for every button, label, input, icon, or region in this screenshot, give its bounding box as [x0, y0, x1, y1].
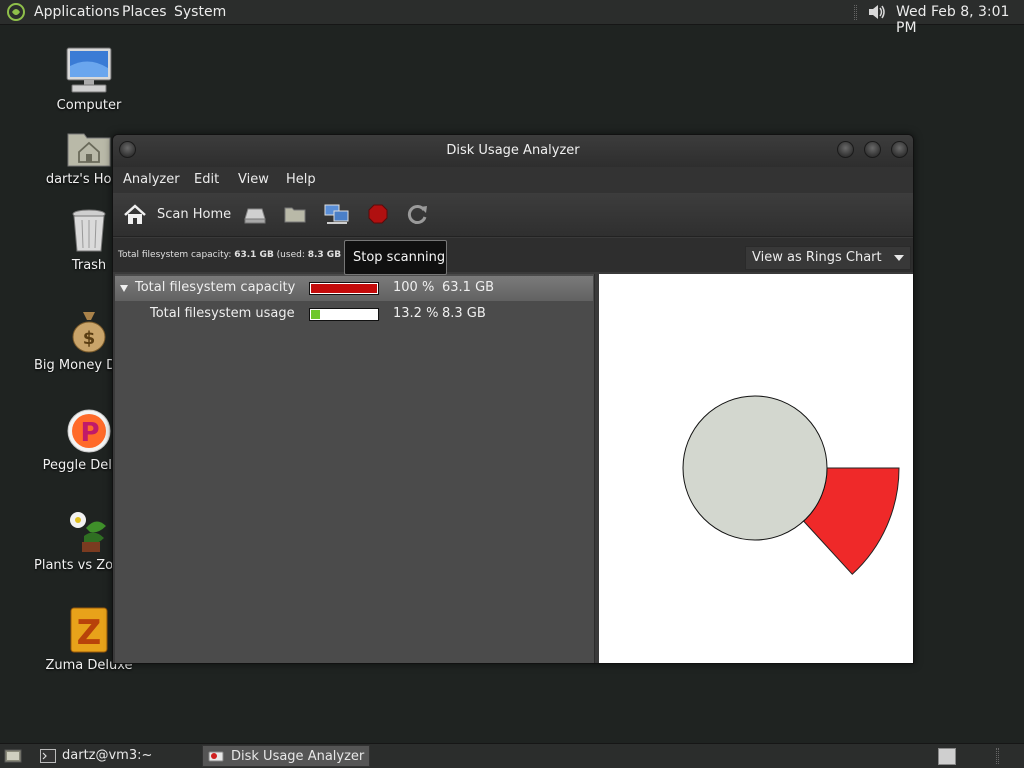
- scan-filesystem-button[interactable]: [243, 203, 267, 227]
- info-bar: Total filesystem capacity: 63.1 GB (used…: [113, 238, 913, 272]
- computer-icon: [66, 47, 112, 93]
- menu-view[interactable]: View: [238, 172, 269, 187]
- window-title: Disk Usage Analyzer: [446, 143, 580, 158]
- panel-separator: [996, 748, 999, 764]
- trash-icon: [72, 209, 106, 252]
- rings-chart-svg[interactable]: [599, 274, 913, 663]
- svg-text:P: P: [80, 418, 99, 448]
- usage-bar: [309, 282, 379, 295]
- places-menu[interactable]: Places: [122, 4, 167, 20]
- used-value: 8.3 GB: [307, 250, 342, 260]
- home-folder-icon: [67, 133, 111, 167]
- panel-separator: [854, 5, 857, 20]
- maximize-button[interactable]: [864, 141, 881, 158]
- home-icon: [124, 204, 146, 224]
- taskbar-item-label: dartz@vm3:~: [62, 748, 153, 763]
- bottom-panel: dartz@vm3:~ Disk Usage Analyzer: [0, 743, 1024, 768]
- terminal-icon: [40, 749, 56, 763]
- top-panel: Applications Places System Wed Feb 8, 3:…: [0, 0, 1024, 36]
- show-desktop-icon[interactable]: [4, 748, 22, 764]
- svg-text:$: $: [83, 328, 96, 349]
- folder-tree[interactable]: Total filesystem capacity 100 % 63.1 GB …: [115, 274, 595, 663]
- distro-logo-icon[interactable]: [6, 3, 26, 21]
- desktop-icon-computer[interactable]: Computer: [34, 46, 144, 113]
- tree-row[interactable]: Total filesystem usage 13.2 % 8.3 GB: [115, 302, 593, 327]
- taskbar-item-label: Disk Usage Analyzer: [231, 749, 365, 764]
- usage-bar-fill: [311, 284, 377, 293]
- stop-icon: [368, 204, 388, 224]
- minimize-button[interactable]: [837, 141, 854, 158]
- workspace-switcher[interactable]: [938, 748, 956, 765]
- usage-bar: [309, 308, 379, 321]
- tooltip: Stop scanning: [344, 240, 447, 275]
- tree-row-percent: 100 %: [393, 280, 435, 295]
- plants-icon: [70, 512, 106, 552]
- expander-triangle-icon[interactable]: [120, 285, 128, 292]
- peggle-icon: P: [67, 409, 111, 453]
- scan-folder-button[interactable]: [283, 203, 307, 227]
- tree-row-name: Total filesystem capacity: [135, 280, 296, 295]
- capacity-value: 63.1 GB: [234, 250, 274, 260]
- capacity-info: Total filesystem capacity: 63.1 GB (used…: [118, 250, 341, 260]
- rings-chart[interactable]: [599, 274, 913, 663]
- tree-row-name: Total filesystem usage: [150, 306, 295, 321]
- scan-home-button[interactable]: Scan Home: [121, 203, 232, 227]
- folder-icon: [284, 207, 306, 223]
- network-computer-icon: [324, 204, 349, 224]
- view-mode-select[interactable]: View as Rings Chart: [745, 246, 911, 270]
- menu-help[interactable]: Help: [286, 172, 316, 187]
- refresh-icon: [407, 205, 427, 224]
- tree-row-percent: 13.2 %: [393, 306, 439, 321]
- chevron-down-icon: [894, 255, 904, 261]
- scan-remote-folder-button[interactable]: [324, 203, 350, 227]
- toolbar: Scan Home: [113, 193, 913, 237]
- menu-analyzer[interactable]: Analyzer: [123, 172, 180, 187]
- zuma-icon: Z: [70, 607, 108, 653]
- scan-home-label: Scan Home: [157, 207, 232, 222]
- used-prefix: (used:: [273, 250, 308, 260]
- clock[interactable]: Wed Feb 8, 3:01 PM: [896, 4, 1024, 36]
- view-mode-label: View as Rings Chart: [752, 250, 882, 265]
- volume-icon[interactable]: [866, 2, 888, 22]
- system-menu[interactable]: System: [174, 4, 226, 20]
- stop-scanning-button[interactable]: [366, 203, 390, 227]
- tooltip-text: Stop scanning: [353, 250, 446, 265]
- refresh-button[interactable]: [406, 203, 430, 227]
- disk-usage-analyzer-window: Disk Usage Analyzer Analyzer Edit View H…: [112, 134, 914, 664]
- taskbar-item-terminal[interactable]: dartz@vm3:~: [34, 746, 198, 767]
- money-bag-icon: $: [72, 312, 106, 353]
- tree-row-size: 8.3 GB: [442, 306, 486, 321]
- tree-row[interactable]: Total filesystem capacity 100 % 63.1 GB: [115, 276, 593, 301]
- usage-bar-fill: [311, 310, 320, 319]
- ring-center[interactable]: [682, 395, 828, 541]
- menu-edit[interactable]: Edit: [194, 172, 219, 187]
- taskbar-item-disk-usage-analyzer[interactable]: Disk Usage Analyzer: [202, 745, 370, 767]
- menubar: Analyzer Edit View Help: [113, 167, 913, 193]
- tree-row-size: 63.1 GB: [442, 280, 495, 295]
- applications-menu[interactable]: Applications: [34, 4, 120, 20]
- window-titlebar[interactable]: Disk Usage Analyzer: [113, 135, 913, 167]
- harddisk-icon: [244, 208, 266, 224]
- disk-usage-analyzer-icon: [208, 751, 224, 762]
- capacity-prefix: Total filesystem capacity:: [118, 250, 235, 260]
- svg-text:Z: Z: [77, 613, 102, 653]
- desktop-icon-label: Computer: [56, 98, 122, 113]
- close-button[interactable]: [891, 141, 908, 158]
